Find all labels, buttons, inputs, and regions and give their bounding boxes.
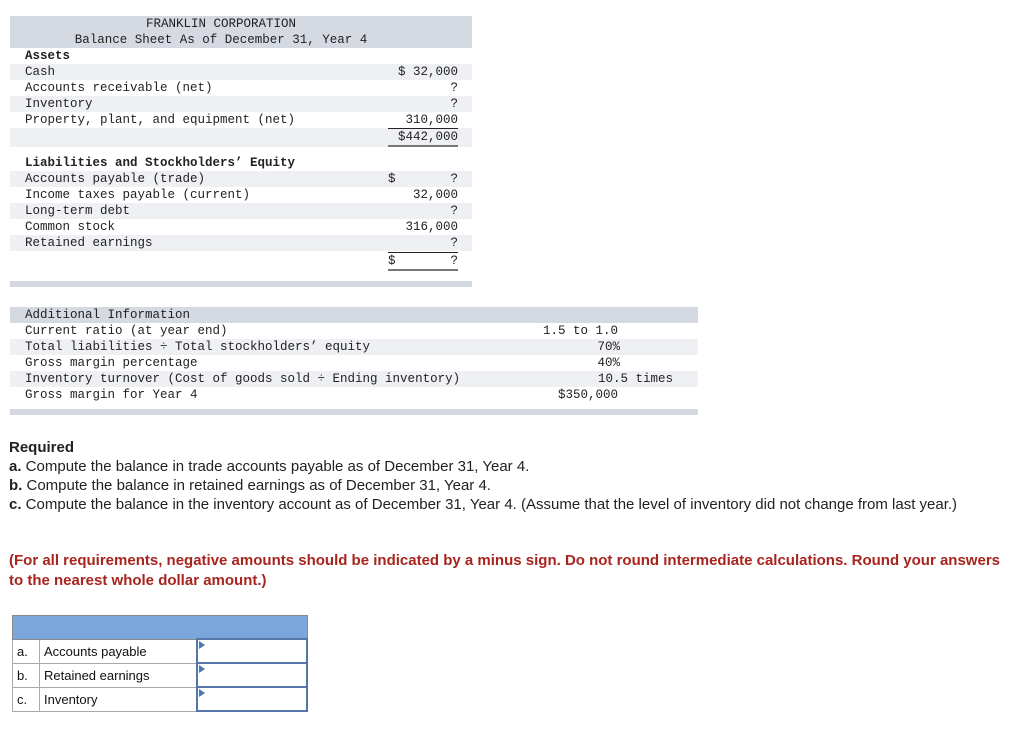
- info-row-debt-equity: Total liabilities ÷ Total stockholders’ …: [10, 339, 698, 355]
- requirement-b: b. Compute the balance in retained earni…: [9, 477, 491, 494]
- liability-value: ?: [450, 204, 458, 218]
- info-value: 70%: [597, 340, 620, 354]
- asset-row-receivables: Accounts receivable (net) ?: [10, 80, 472, 96]
- info-label: Gross margin for Year 4: [25, 388, 198, 402]
- answer-row-retained-earnings: b. Retained earnings: [12, 662, 308, 688]
- company-name: FRANKLIN CORPORATION: [145, 17, 297, 31]
- answer-row-accounts-payable: a. Accounts payable: [12, 638, 308, 664]
- answer-cell: [196, 638, 308, 664]
- info-label: Gross margin percentage: [25, 356, 198, 370]
- liability-value: 32,000: [412, 188, 458, 202]
- equity-row-retained-earnings: Retained earnings ?: [10, 235, 472, 251]
- accounts-payable-input[interactable]: [198, 641, 306, 661]
- info-label: Inventory turnover (Cost of goods sold ÷…: [25, 372, 461, 386]
- balance-sheet-subtitle: Balance Sheet As of December 31, Year 4: [74, 33, 368, 47]
- liability-label: Accounts payable (trade): [25, 172, 206, 186]
- inventory-input[interactable]: [198, 689, 306, 709]
- additional-info-footer-bar: [10, 409, 698, 415]
- instructions-note: (For all requirements, negative amounts …: [9, 552, 1000, 589]
- liability-row-income-taxes: Income taxes payable (current) 32,000: [10, 187, 472, 203]
- info-row-inventory-turnover: Inventory turnover (Cost of goods sold ÷…: [10, 371, 698, 387]
- answer-letter: a.: [12, 638, 40, 664]
- info-row-gross-margin-pct: Gross margin percentage 40%: [10, 355, 698, 371]
- liability-row-accounts-payable: Accounts payable (trade) $?: [10, 171, 472, 187]
- equity-label: Common stock: [25, 220, 116, 234]
- info-row-current-ratio: Current ratio (at year end) 1.5 to 1.0: [10, 323, 698, 339]
- answer-label: Accounts payable: [39, 638, 198, 664]
- cell-marker-icon: [199, 665, 205, 673]
- asset-label: Inventory: [25, 97, 93, 111]
- answer-cell: [196, 686, 308, 712]
- equity-value: ?: [450, 236, 458, 250]
- answer-row-inventory: c. Inventory: [12, 686, 308, 712]
- asset-row-inventory: Inventory ?: [10, 96, 472, 112]
- answer-table-header: [12, 615, 308, 640]
- asset-value: ?: [450, 97, 458, 111]
- answer-label: Retained earnings: [39, 662, 198, 688]
- equity-label: Retained earnings: [25, 236, 153, 250]
- equity-value: 316,000: [405, 220, 458, 234]
- liability-row-long-term-debt: Long-term debt ?: [10, 203, 472, 219]
- balance-sheet-footer-bar: [10, 281, 472, 287]
- assets-heading: Assets: [25, 49, 71, 63]
- liability-label: Income taxes payable (current): [25, 188, 251, 202]
- info-label: Current ratio (at year end): [25, 324, 228, 338]
- requirement-c: c. Compute the balance in the inventory …: [9, 496, 958, 513]
- asset-label: Accounts receivable (net): [25, 81, 213, 95]
- answer-letter: c.: [12, 686, 40, 712]
- liabilities-heading: Liabilities and Stockholders’ Equity: [25, 156, 296, 170]
- assets-heading-row: Assets: [10, 48, 472, 64]
- liabilities-total-row: $?: [10, 251, 472, 271]
- equity-row-common-stock: Common stock 316,000: [10, 219, 472, 235]
- liability-value: $?: [388, 172, 458, 186]
- asset-value: 310,000: [405, 113, 458, 127]
- assets-total-row: $442,000: [10, 128, 472, 147]
- answer-label: Inventory: [39, 686, 198, 712]
- asset-label: Cash: [25, 65, 56, 79]
- assets-total: $442,000: [388, 128, 458, 147]
- asset-value: $ 32,000: [397, 65, 458, 79]
- asset-value: ?: [450, 81, 458, 95]
- retained-earnings-input[interactable]: [198, 665, 306, 685]
- info-row-gross-margin: Gross margin for Year 4 $350,000: [10, 387, 698, 403]
- additional-information: Additional Information Current ratio (at…: [10, 307, 698, 415]
- cell-marker-icon: [199, 689, 205, 697]
- additional-info-heading: Additional Information: [25, 308, 191, 322]
- info-value: 40%: [597, 356, 620, 370]
- info-value: 1.5 to 1.0: [542, 324, 618, 338]
- balance-sheet-header: FRANKLIN CORPORATION Balance Sheet As of…: [10, 16, 472, 48]
- asset-row-cash: Cash $ 32,000: [10, 64, 472, 80]
- info-value: 10.5 times: [597, 372, 673, 386]
- requirement-a: a. Compute the balance in trade accounts…: [9, 458, 530, 475]
- answer-table: a. Accounts payable b. Retained earnings…: [12, 615, 308, 712]
- liabilities-total: $?: [388, 251, 458, 271]
- additional-info-heading-row: Additional Information: [10, 307, 698, 323]
- required-title: Required: [9, 439, 75, 456]
- cell-marker-icon: [199, 641, 205, 649]
- liability-label: Long-term debt: [25, 204, 131, 218]
- asset-label: Property, plant, and equipment (net): [25, 113, 296, 127]
- asset-row-ppe: Property, plant, and equipment (net) 310…: [10, 112, 472, 128]
- liabilities-heading-row: Liabilities and Stockholders’ Equity: [10, 155, 472, 171]
- answer-cell: [196, 662, 308, 688]
- info-value: $350,000: [557, 388, 618, 402]
- info-label: Total liabilities ÷ Total stockholders’ …: [25, 340, 371, 354]
- answer-letter: b.: [12, 662, 40, 688]
- balance-sheet: FRANKLIN CORPORATION Balance Sheet As of…: [10, 16, 472, 287]
- required-section: Required a. Compute the balance in trade…: [9, 438, 1009, 514]
